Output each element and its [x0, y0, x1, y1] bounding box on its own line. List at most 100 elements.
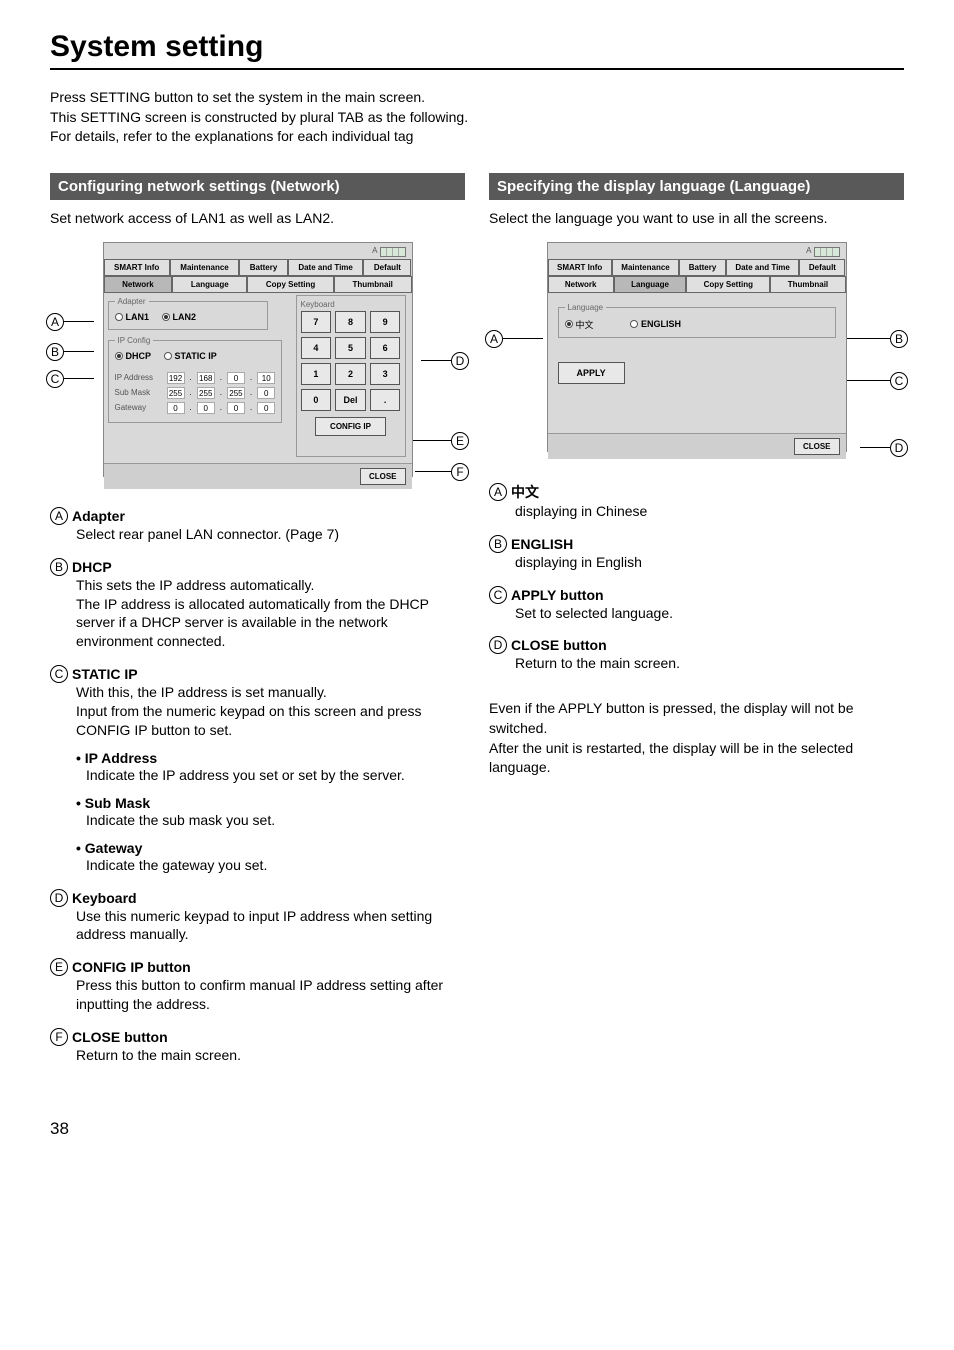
tab-maintenance[interactable]: Maintenance	[612, 259, 679, 276]
tab-row-2: Network Language Copy Setting Thumbnail	[104, 276, 412, 293]
language-screenshot: A SMART Info Maintenance Battery Date an…	[547, 242, 847, 452]
network-lead: Set network access of LAN1 as well as LA…	[50, 210, 465, 226]
callout-marker-d: D	[451, 352, 469, 370]
key-0[interactable]: 0	[301, 389, 332, 411]
radio-english[interactable]: ENGLISH	[630, 319, 681, 329]
callout-e-body: Press this button to confirm manual IP a…	[50, 976, 465, 1014]
sub-sub-mask-title: • Sub Mask	[76, 795, 465, 811]
lang-callout-a-body: displaying in Chinese	[489, 502, 904, 521]
lang-callout-c-title: APPLY button	[511, 587, 604, 603]
tab-thumbnail[interactable]: Thumbnail	[334, 276, 412, 293]
language-group: Language 中文 ENGLISH	[558, 303, 836, 338]
lang-callout-d-title: CLOSE button	[511, 637, 607, 653]
tab-thumbnail[interactable]: Thumbnail	[770, 276, 845, 293]
network-heading: Configuring network settings (Network)	[50, 173, 465, 200]
sub-ip-address-body: Indicate the IP address you set or set b…	[76, 766, 465, 785]
radio-lan2[interactable]: LAN2	[162, 312, 197, 322]
tab-battery[interactable]: Battery	[679, 259, 726, 276]
ip-oct-4[interactable]: 10	[257, 372, 275, 384]
config-ip-button[interactable]: CONFIG IP	[315, 417, 386, 436]
sub-sub-mask-body: Indicate the sub mask you set.	[76, 811, 465, 830]
callout-d-body: Use this numeric keypad to input IP addr…	[50, 907, 465, 945]
numeric-keypad: Keyboard 7 8 9 4 5 6 1 2 3 0 Del	[296, 295, 406, 457]
tab-battery[interactable]: Battery	[239, 259, 288, 276]
key-7[interactable]: 7	[301, 311, 332, 333]
tab-default[interactable]: Default	[799, 259, 845, 276]
tab-maintenance[interactable]: Maintenance	[170, 259, 239, 276]
callout-f-body: Return to the main screen.	[50, 1046, 465, 1065]
sub-mask-row: Sub Mask 255. 255. 255. 0	[115, 387, 276, 399]
key-2[interactable]: 2	[335, 363, 366, 385]
callout-a-title: Adapter	[72, 508, 125, 524]
callout-marker-e: E	[451, 432, 469, 450]
callout-marker-a-lang: A	[485, 330, 503, 348]
key-4[interactable]: 4	[301, 337, 332, 359]
apply-button[interactable]: APPLY	[558, 362, 625, 384]
tab-network[interactable]: Network	[548, 276, 614, 293]
radio-dhcp[interactable]: DHCP	[115, 351, 152, 361]
callout-marker-a: A	[46, 313, 64, 331]
lang-callout-c-body: Set to selected language.	[489, 604, 904, 623]
language-note: Even if the APPLY button is pressed, the…	[489, 699, 904, 777]
callout-marker-d-lang: D	[890, 439, 908, 457]
lang-callout-b-title: ENGLISH	[511, 536, 573, 552]
tab-language[interactable]: Language	[172, 276, 247, 293]
tab-default[interactable]: Default	[363, 259, 411, 276]
battery-icon	[380, 247, 406, 257]
key-5[interactable]: 5	[335, 337, 366, 359]
gateway-row: Gateway 0. 0. 0. 0	[115, 402, 276, 414]
lang-callout-a-title: 中文	[511, 482, 539, 502]
callout-a-body: Select rear panel LAN connector. (Page 7…	[50, 525, 465, 544]
callout-c-body: With this, the IP address is set manuall…	[50, 683, 465, 740]
key-dot[interactable]: .	[370, 389, 401, 411]
adapter-group: Adapter LAN1 LAN2	[108, 297, 268, 330]
ip-oct-2[interactable]: 168	[197, 372, 215, 384]
key-9[interactable]: 9	[370, 311, 401, 333]
callout-d-title: Keyboard	[72, 890, 137, 906]
battery-label: A	[806, 246, 811, 255]
ip-oct-1[interactable]: 192	[167, 372, 185, 384]
radio-chinese[interactable]: 中文	[565, 318, 594, 331]
tab-smart-info[interactable]: SMART Info	[548, 259, 612, 276]
network-column: Configuring network settings (Network) S…	[50, 173, 465, 1079]
sub-gateway-body: Indicate the gateway you set.	[76, 856, 465, 875]
key-1[interactable]: 1	[301, 363, 332, 385]
radio-lan1[interactable]: LAN1	[115, 312, 150, 322]
page-number: 38	[50, 1119, 904, 1139]
tab-copy-setting[interactable]: Copy Setting	[247, 276, 334, 293]
language-lead: Select the language you want to use in a…	[489, 210, 904, 226]
tab-date-time[interactable]: Date and Time	[288, 259, 364, 276]
key-8[interactable]: 8	[335, 311, 366, 333]
tab-language[interactable]: Language	[614, 276, 687, 293]
tab-date-time[interactable]: Date and Time	[726, 259, 800, 276]
battery-label: A	[372, 246, 377, 255]
tab-copy-setting[interactable]: Copy Setting	[686, 276, 770, 293]
key-3[interactable]: 3	[370, 363, 401, 385]
tab-smart-info[interactable]: SMART Info	[104, 259, 170, 276]
sub-gateway-title: • Gateway	[76, 840, 465, 856]
callout-marker-c-lang: C	[890, 372, 908, 390]
ip-oct-3[interactable]: 0	[227, 372, 245, 384]
close-button[interactable]: CLOSE	[360, 468, 406, 485]
language-column: Specifying the display language (Languag…	[489, 173, 904, 1079]
callout-b-title: DHCP	[72, 559, 112, 575]
page-title: System setting	[50, 30, 904, 70]
callout-c-title: STATIC IP	[72, 666, 138, 682]
callout-marker-c: C	[46, 370, 64, 388]
lang-callout-d-body: Return to the main screen.	[489, 654, 904, 673]
lang-callout-b-body: displaying in English	[489, 553, 904, 572]
tab-network[interactable]: Network	[104, 276, 173, 293]
ip-address-row: IP Address 192. 168. 0. 10	[115, 372, 276, 384]
intro-text: Press SETTING button to set the system i…	[50, 88, 904, 147]
battery-icon	[814, 247, 840, 257]
callout-f-title: CLOSE button	[72, 1029, 168, 1045]
network-screenshot: A SMART Info Maintenance Battery Date an…	[103, 242, 413, 477]
key-6[interactable]: 6	[370, 337, 401, 359]
key-del[interactable]: Del	[335, 389, 366, 411]
callout-marker-f: F	[451, 463, 469, 481]
callout-marker-b: B	[46, 343, 64, 361]
close-button[interactable]: CLOSE	[794, 438, 840, 455]
radio-static-ip[interactable]: STATIC IP	[164, 351, 217, 361]
ipconfig-group: IP Config DHCP STATIC IP IP Address 192.…	[108, 336, 283, 423]
callout-b-body: This sets the IP address automatically. …	[50, 576, 465, 652]
